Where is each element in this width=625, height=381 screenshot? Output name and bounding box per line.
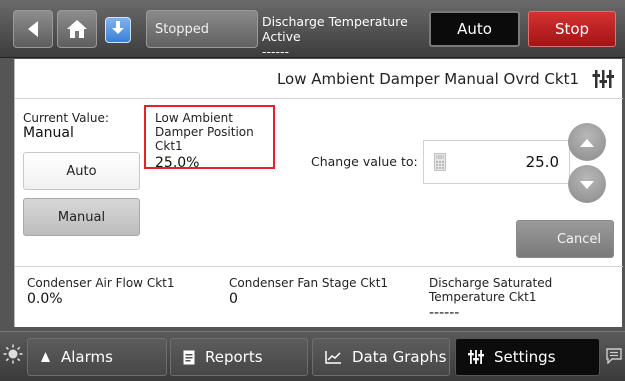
info-value: ------ [429,305,460,321]
download-arrow-icon [111,20,125,40]
tab-label: Alarms [61,348,113,366]
page-title: Low Ambient Damper Manual Ovrd Ckt1 [276,70,579,88]
chevron-up-icon [579,133,595,152]
stop-button[interactable]: Stop [528,11,616,47]
discharge-status: Discharge Temperature Active ------ [262,14,422,59]
home-icon [66,19,88,39]
discharge-value: ------ [262,44,290,59]
setting-panel: Low Ambient Damper Manual Ovrd Ckt1 Curr… [14,59,623,327]
top-bar: Stopped Discharge Temperature Active ---… [0,0,625,59]
current-value: Manual [23,125,74,141]
info-value: 0 [229,291,238,307]
chat-icon[interactable] [606,348,622,368]
tab-alarms[interactable]: Alarms [27,338,167,376]
condenser-air-flow: Condenser Air Flow Ckt1 0.0% [27,276,174,306]
footer-nav: Alarms Reports Data Graphs Settings [0,331,625,381]
info-value: 0.0% [27,291,63,307]
damper-position-value: 25.0% [155,155,200,171]
increase-button[interactable] [568,123,606,161]
damper-position-label: Low Ambient Damper Position Ckt1 [155,111,254,153]
graph-icon [325,350,342,364]
calculator-icon[interactable] [434,153,446,175]
info-label: Condenser Fan Stage Ckt1 [229,276,389,290]
tab-label: Settings [494,348,556,366]
tab-label: Reports [205,348,263,366]
damper-position-box: Low Ambient Damper Position Ckt1 25.0% [144,105,275,171]
tab-data-graphs[interactable]: Data Graphs [312,338,450,376]
auto-mode-button[interactable]: Auto [429,11,520,47]
bell-icon [40,351,51,363]
condenser-fan-stage: Condenser Fan Stage Ckt1 0 [229,276,388,306]
back-button[interactable] [13,10,53,48]
chevron-down-icon [579,175,595,194]
settings-sliders-icon [592,69,614,93]
decrease-button[interactable] [568,165,606,203]
discharge-saturated-temperature: Discharge Saturated Temperature Ckt1 ---… [429,276,619,320]
document-icon [183,350,195,365]
value-input[interactable]: 25.0 [423,140,570,184]
tab-reports[interactable]: Reports [170,338,308,376]
info-label: Condenser Air Flow Ckt1 [27,276,175,290]
current-value-label: Current Value: [23,111,109,125]
input-value: 25.0 [525,153,559,171]
brightness-icon[interactable] [3,344,23,368]
auto-button[interactable]: Auto [23,152,140,190]
tab-settings[interactable]: Settings [455,338,600,376]
cancel-button[interactable]: Cancel [516,220,614,258]
tab-label: Data Graphs [352,348,447,366]
settings-icon [468,350,484,364]
download-button[interactable] [105,17,131,43]
panel-header: Low Ambient Damper Manual Ovrd Ckt1 [15,59,623,99]
related-values: Condenser Air Flow Ckt1 0.0% Condenser F… [15,266,623,327]
discharge-title: Discharge Temperature Active [262,14,408,44]
home-button[interactable] [57,10,97,48]
manual-button[interactable]: Manual [23,198,140,236]
status-indicator[interactable]: Stopped [146,10,258,48]
back-arrow-icon [26,20,40,38]
change-value-label: Change value to: [311,154,418,169]
info-label: Discharge Saturated Temperature Ckt1 [429,276,553,304]
